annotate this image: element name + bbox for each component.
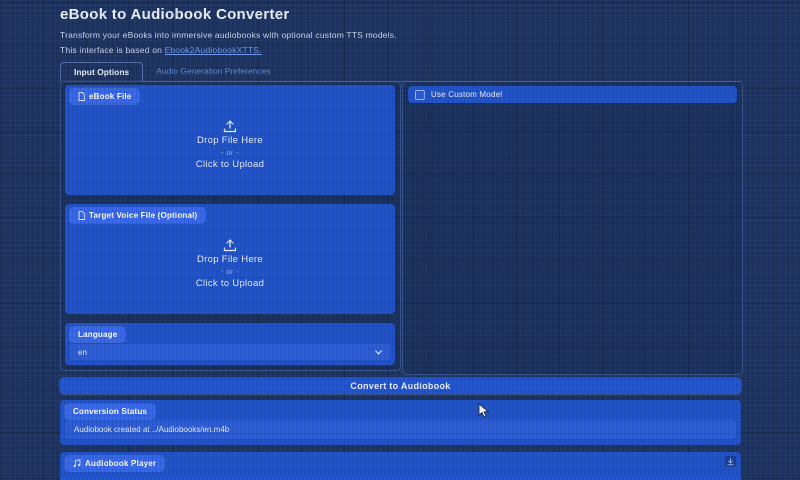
drop-file-here-text: Drop File Here	[197, 135, 263, 146]
audiobook-player-label: Audiobook Player	[65, 456, 164, 471]
language-value: en	[78, 348, 87, 357]
language-label: Language	[70, 327, 125, 342]
conversion-status-panel: Conversion Status Audiobook created at .…	[60, 400, 741, 445]
conversion-status-label: Conversion Status	[65, 404, 155, 419]
model-column: Use Custom Model	[402, 81, 743, 375]
based-on-line: This interface is based on Ebook2Audiobo…	[60, 45, 262, 55]
tab-bar: Input Options Audio Generation Preferenc…	[60, 62, 741, 82]
language-select[interactable]: en	[70, 344, 390, 360]
drop-file-here-text: Drop File Here	[197, 254, 263, 265]
convert-to-audiobook-button[interactable]: Convert to Audiobook	[60, 378, 741, 394]
use-custom-model-checkbox[interactable]	[415, 90, 425, 100]
based-on-link[interactable]: Ebook2AudiobookXTTS.	[165, 45, 262, 55]
use-custom-model-row[interactable]: Use Custom Model	[408, 86, 737, 103]
upload-icon	[223, 239, 237, 252]
tab-audio-generation-preferences[interactable]: Audio Generation Preferences	[143, 62, 283, 81]
or-text: - or -	[221, 267, 239, 276]
ebook-file-dropzone[interactable]: eBook File Drop File Here - or - Click t…	[65, 85, 395, 195]
page-title: eBook to Audiobook Converter	[60, 6, 290, 23]
ebook-drop-area: Drop File Here - or - Click to Upload	[65, 85, 395, 195]
music-note-icon	[73, 459, 81, 468]
tab-input-options[interactable]: Input Options	[60, 62, 143, 82]
download-icon[interactable]	[725, 456, 736, 467]
use-custom-model-label: Use Custom Model	[431, 90, 502, 99]
mouse-cursor	[478, 403, 490, 419]
click-to-upload-text[interactable]: Click to Upload	[196, 278, 264, 289]
voice-drop-area: Drop File Here - or - Click to Upload	[65, 204, 395, 314]
input-column: eBook File Drop File Here - or - Click t…	[60, 81, 401, 371]
click-to-upload-text[interactable]: Click to Upload	[196, 159, 264, 170]
voice-file-dropzone[interactable]: Target Voice File (Optional) Drop File H…	[65, 204, 395, 314]
language-panel: Language en	[65, 323, 395, 365]
chevron-down-icon	[375, 350, 382, 355]
based-on-text: This interface is based on	[60, 45, 165, 55]
upload-icon	[223, 120, 237, 133]
or-text: - or -	[221, 148, 239, 157]
page-subtitle: Transform your eBooks into immersive aud…	[60, 30, 397, 40]
conversion-status-value: Audiobook created at ../Audiobooks/en.m4…	[65, 420, 736, 439]
